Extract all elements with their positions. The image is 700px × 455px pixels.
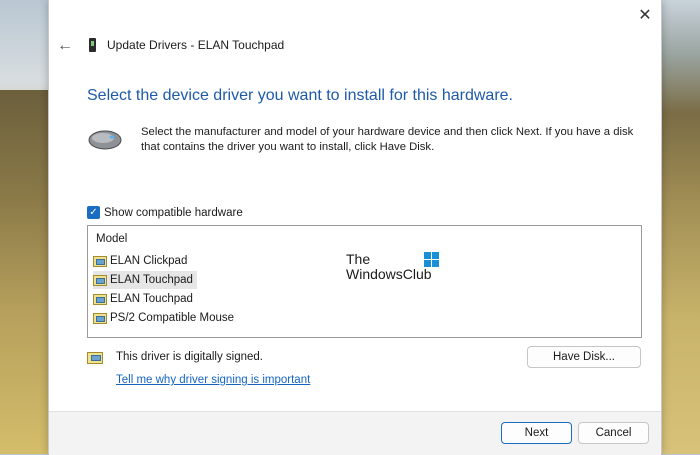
show-compatible-checkbox[interactable]: ✓ [87, 206, 100, 219]
watermark-line-2: WindowsClub [346, 266, 432, 282]
watermark-line-1: The [346, 251, 371, 267]
show-compatible-label: Show compatible hardware [104, 206, 243, 219]
cancel-button[interactable]: Cancel [578, 422, 649, 444]
page-heading: Select the device driver you want to ins… [87, 87, 513, 104]
instruction-text: Select the manufacturer and model of you… [141, 126, 634, 153]
driver-package-icon [93, 293, 107, 305]
list-item[interactable]: ELAN Touchpad [93, 271, 197, 289]
windows-logo-icon [424, 252, 439, 267]
show-compatible-hardware-row[interactable]: ✓ Show compatible hardware [87, 206, 243, 219]
close-button[interactable]: ✕ [634, 4, 656, 26]
signed-driver-icon [87, 352, 103, 364]
signature-status-text: This driver is digitally signed. [116, 351, 264, 363]
model-listbox[interactable]: Model ELAN Clickpad ELAN Touchpad ELAN T… [87, 225, 642, 338]
list-item-label: PS/2 Compatible Mouse [110, 312, 235, 324]
have-disk-button[interactable]: Have Disk... [527, 346, 641, 368]
checkmark-icon: ✓ [89, 206, 98, 218]
list-item[interactable]: PS/2 Compatible Mouse [93, 309, 238, 327]
device-icon [89, 38, 96, 52]
back-arrow-icon: ← [57, 37, 73, 54]
driver-package-icon [93, 274, 107, 286]
driver-package-icon [93, 312, 107, 324]
update-drivers-dialog: ✕ ← Update Drivers - ELAN Touchpad Selec… [48, 0, 662, 455]
list-item-label: ELAN Clickpad [110, 255, 188, 267]
list-item[interactable]: ELAN Touchpad [93, 290, 197, 308]
list-item-label: ELAN Touchpad [110, 274, 193, 286]
dialog-footer: Next Cancel [49, 411, 661, 455]
window-title: Update Drivers - ELAN Touchpad [107, 38, 285, 52]
list-item-label: ELAN Touchpad [110, 293, 193, 305]
watermark-text: The WindowsClub [346, 252, 432, 282]
model-column-header: Model [96, 233, 128, 245]
next-button[interactable]: Next [501, 422, 572, 444]
driver-signing-link[interactable]: Tell me why driver signing is important [116, 374, 310, 386]
mouse-icon [88, 130, 122, 150]
background-landscape-right [658, 0, 700, 454]
back-button[interactable]: ← [55, 36, 75, 56]
close-icon: ✕ [638, 7, 652, 24]
driver-package-icon [93, 255, 107, 267]
list-item[interactable]: ELAN Clickpad [93, 252, 191, 270]
